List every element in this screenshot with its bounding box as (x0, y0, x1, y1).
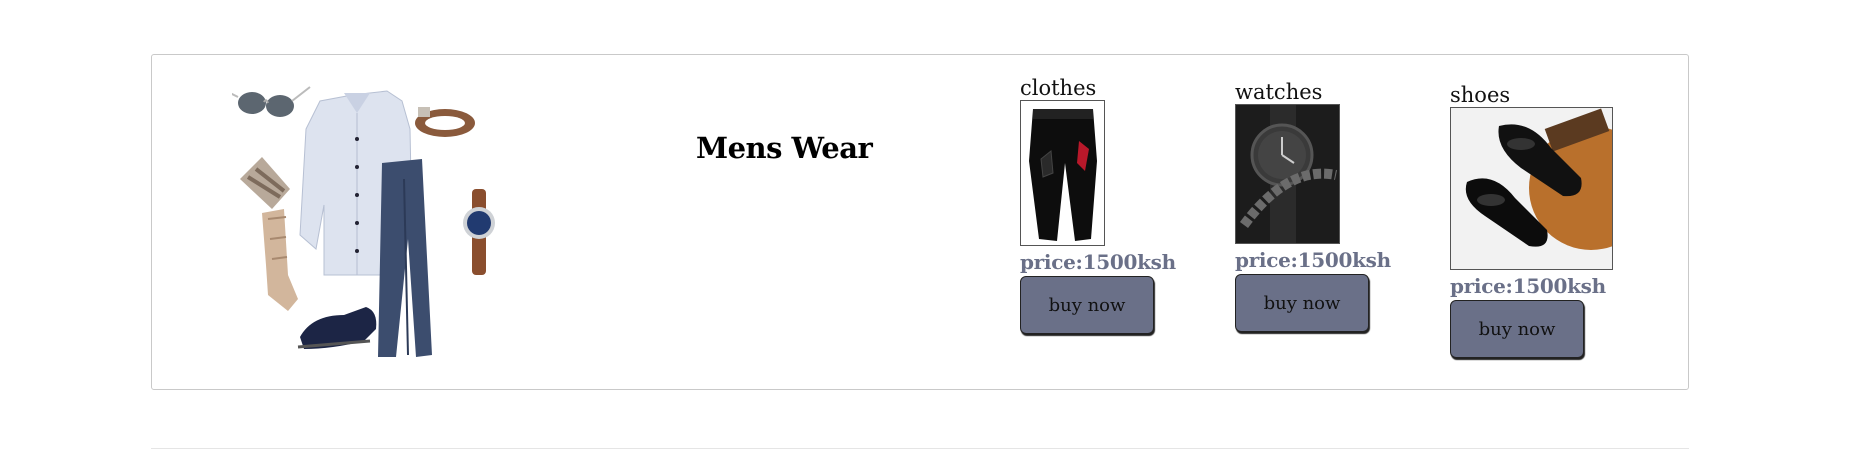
product-price: price:1500ksh (1020, 250, 1176, 274)
tie-icon (240, 157, 290, 209)
trousers-icon (378, 159, 432, 357)
product-card-clothes: clothes price:1500ksh buy now (1020, 76, 1190, 334)
shoe-icon (297, 307, 377, 349)
product-price: price:1500ksh (1450, 274, 1606, 298)
watch-icon (463, 189, 495, 275)
product-name: watches (1235, 80, 1323, 104)
page-title: Mens Wear (696, 131, 873, 165)
outfit-collage-image (232, 86, 495, 357)
cargo-pants-icon (1020, 100, 1105, 246)
watch-bracelet-icon (1235, 104, 1340, 244)
buy-now-button[interactable]: buy now (1450, 300, 1584, 358)
socks-icon (262, 209, 298, 311)
product-name: clothes (1020, 76, 1097, 100)
sunglasses-icon (232, 86, 311, 117)
belt-icon (415, 107, 475, 137)
product-price: price:1500ksh (1235, 248, 1391, 272)
product-card-watches: watches price:1500ksh buy now (1235, 80, 1405, 332)
buy-now-button[interactable]: buy now (1020, 276, 1154, 334)
product-name: shoes (1450, 83, 1511, 107)
product-card-shoes: shoes price:1500ksh buy now (1450, 83, 1620, 358)
dress-shoes-icon (1450, 107, 1613, 270)
mens-wear-card: Mens Wear clothes price:1500ksh buy now … (151, 54, 1689, 390)
buy-now-button[interactable]: buy now (1235, 274, 1369, 332)
